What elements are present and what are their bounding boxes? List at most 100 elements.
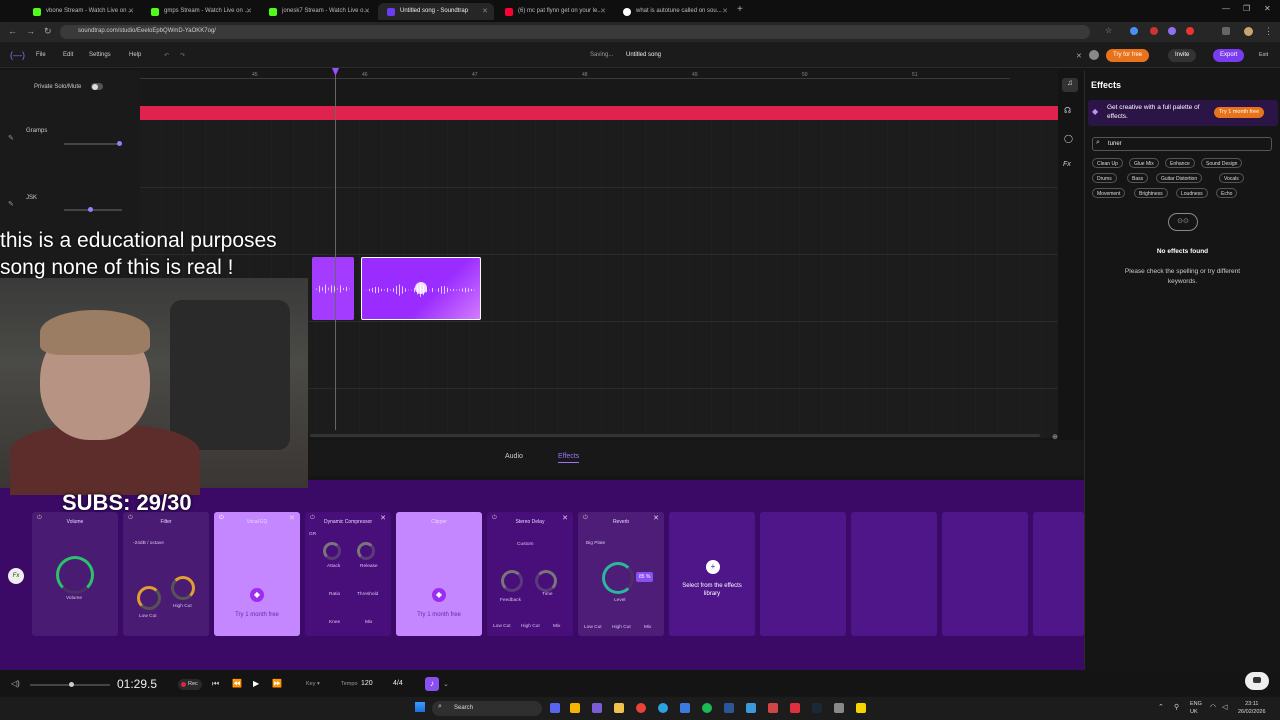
chip-glue-mix[interactable]: Glue Mix (1129, 158, 1159, 168)
app-icon[interactable] (680, 703, 690, 713)
fx-card-reverb[interactable]: ⏻ ✕ Reverb Big Plate 85 % Level Low Cut … (578, 512, 664, 636)
play-icon[interactable]: ▶ (253, 679, 259, 688)
close-window-icon[interactable]: ✕ (1264, 4, 1271, 13)
windows-start-icon[interactable] (415, 702, 425, 712)
record-button[interactable]: Rec (178, 679, 202, 690)
chrome-icon[interactable] (636, 703, 646, 713)
track-volume-slider[interactable] (64, 143, 122, 145)
filter-preset-select[interactable]: -24dB / octave (133, 541, 164, 546)
profile-avatar[interactable] (1244, 27, 1253, 36)
tempo-value[interactable]: 120 (361, 680, 373, 687)
track-volume-slider[interactable] (64, 209, 122, 211)
volume-icon[interactable]: ◁ (1222, 703, 1227, 711)
extension-icon[interactable] (1168, 27, 1176, 35)
tray-chevron-icon[interactable]: ⌃ (1158, 703, 1164, 711)
menu-dots-icon[interactable]: ⋮ (1264, 26, 1273, 37)
back-icon[interactable]: ← (8, 26, 17, 36)
close-icon[interactable]: ✕ (246, 7, 252, 15)
high-cut-knob[interactable] (171, 576, 195, 600)
browser-tab[interactable]: jonesk7 Stream - Watch Live o... ✕ (260, 3, 376, 20)
chip-clean-up[interactable]: Clean Up (1092, 158, 1123, 168)
horizontal-scrollbar[interactable] (310, 434, 1040, 437)
url-field[interactable]: soundtrap.com/studio/EeeloEpbQWmD-YaOKK7… (60, 25, 1090, 39)
fx-card-stereo-delay[interactable]: ⏻ ✕ Stereo Delay Custom Feedback Time Lo… (487, 512, 573, 636)
fx-card-add[interactable]: + Select from the effects library (669, 512, 755, 636)
fx-icon[interactable]: Fx (1063, 161, 1071, 168)
slider-knob[interactable] (69, 682, 74, 687)
close-icon[interactable]: ✕ (600, 7, 606, 15)
exit-button[interactable]: Exit (1259, 52, 1268, 58)
audio-clip[interactable] (312, 257, 354, 320)
new-tab-button[interactable]: + (737, 4, 743, 15)
pencil-icon[interactable]: ✎ (8, 134, 14, 142)
tab-audio[interactable]: Audio (505, 453, 523, 460)
attack-knob[interactable] (323, 542, 341, 560)
file-explorer-icon[interactable] (614, 703, 624, 713)
close-icon[interactable]: ✕ (128, 7, 134, 15)
bookmark-star-icon[interactable]: ☆ (1105, 26, 1112, 35)
close-icon[interactable]: ✕ (1076, 52, 1082, 60)
fx-card-empty-slot[interactable] (1033, 512, 1084, 636)
track-name-gramps[interactable]: Gramps (26, 128, 47, 134)
release-knob[interactable] (357, 542, 375, 560)
extension-icon[interactable] (1150, 27, 1158, 35)
try-month-free-button[interactable]: Try 1 month free (1214, 107, 1265, 118)
minimize-icon[interactable]: — (1222, 4, 1230, 13)
try-free-link[interactable]: Try 1 month free (214, 612, 300, 618)
taskbar-search[interactable]: Search (432, 701, 542, 716)
close-icon[interactable]: ✕ (722, 7, 728, 15)
playhead[interactable] (335, 70, 336, 430)
app-icon[interactable] (768, 703, 778, 713)
vscode-icon[interactable] (746, 703, 756, 713)
fx-card-clipper[interactable]: Clipper ◆ Try 1 month free (396, 512, 482, 636)
forward-icon[interactable]: ⏩ (272, 679, 282, 688)
chip-guitar-distortion[interactable]: Guitar Distortion (1156, 173, 1203, 183)
browser-tab[interactable]: vbone Stream - Watch Live on ... ✕ (24, 3, 140, 20)
effects-rail-icon[interactable]: ♫ (1062, 78, 1078, 92)
time-signature[interactable]: 4/4 (393, 680, 403, 687)
chip-sound-design[interactable]: Sound Design (1201, 158, 1243, 168)
rewind-icon[interactable]: ⏪ (232, 679, 242, 688)
fx-card-empty-slot[interactable] (851, 512, 937, 636)
menu-file[interactable]: File (36, 52, 46, 58)
rewind-start-icon[interactable]: ⏮ (212, 679, 219, 689)
clock[interactable]: 23:11 26/02/2026 (1238, 700, 1266, 716)
telegram-icon[interactable] (658, 703, 668, 713)
fx-card-compressor[interactable]: ⏻ ✕ Dynamic Compressor GR Attack Release… (305, 512, 391, 636)
autotune-icon[interactable]: ♪ (425, 677, 439, 691)
try-free-link[interactable]: Try 1 month free (396, 612, 482, 618)
fx-card-empty-slot[interactable] (760, 512, 846, 636)
menu-help[interactable]: Help (129, 52, 141, 58)
language-indicator[interactable]: ENG UK (1190, 700, 1202, 716)
delay-preset-select[interactable]: Custom (517, 542, 534, 547)
spotify-icon[interactable] (702, 703, 712, 713)
chip-enhance[interactable]: Enhance (1165, 158, 1195, 168)
wifi-icon[interactable]: ◠ (1210, 703, 1216, 711)
fx-rack-icon[interactable]: Fx (8, 568, 24, 584)
pencil-icon[interactable]: ✎ (8, 200, 14, 208)
sticky-notes-icon[interactable] (856, 703, 866, 713)
speaker-icon[interactable]: ◁) (11, 679, 20, 688)
chip-brightness[interactable]: Brightness (1134, 188, 1168, 198)
chip-vocals[interactable]: Vocals (1219, 173, 1244, 183)
chip-bass[interactable]: Bass (1127, 173, 1149, 183)
close-icon[interactable]: ✕ (364, 7, 370, 15)
reload-icon[interactable]: ↻ (44, 26, 52, 37)
private-solo-toggle[interactable] (91, 83, 103, 90)
chevron-down-icon[interactable]: ⌄ (443, 680, 449, 688)
chip-drums[interactable]: Drums (1092, 173, 1117, 183)
steam-icon[interactable] (812, 703, 822, 713)
app-icon[interactable] (570, 703, 580, 713)
song-title[interactable]: Untitled song (626, 52, 661, 58)
volume-knob[interactable] (56, 556, 94, 594)
collab-icon[interactable]: ☊ (1064, 106, 1071, 115)
undo-icon[interactable]: ↶ (164, 52, 169, 59)
reverb-preset-select[interactable]: Big Plate (586, 541, 605, 546)
low-cut-knob[interactable] (137, 586, 161, 610)
time-knob[interactable] (535, 570, 557, 592)
chip-movement[interactable]: Movement (1092, 188, 1126, 198)
fx-card-empty-slot[interactable] (942, 512, 1028, 636)
soundtrap-logo-icon[interactable]: (—) (10, 50, 25, 60)
word-icon[interactable] (724, 703, 734, 713)
app-icon[interactable] (790, 703, 800, 713)
